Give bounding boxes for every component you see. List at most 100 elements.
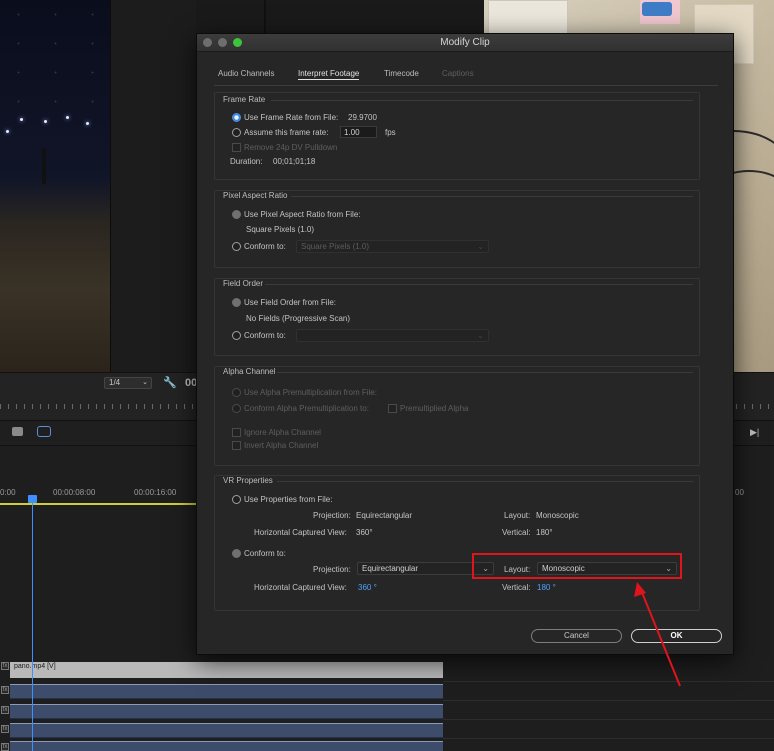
fx-badge: fx xyxy=(1,743,9,751)
projection-label: Projection: xyxy=(313,565,351,574)
chevron-down-icon: ⌄ xyxy=(477,331,484,340)
conform-pixel-aspect-radio[interactable] xyxy=(232,242,241,251)
conform-field-order-radio[interactable] xyxy=(232,331,241,340)
file-field-order-value: No Fields (Progressive Scan) xyxy=(246,314,351,323)
tabs-divider xyxy=(214,85,718,86)
ignore-alpha-checkbox[interactable] xyxy=(232,428,241,437)
timeline-time: 00:00:08:00 xyxy=(53,488,96,497)
frame-rate-group: Frame Rate Use Frame Rate from File: 29.… xyxy=(214,92,700,180)
conform-vr-label: Conform to: xyxy=(244,549,286,558)
use-vr-from-file-label: Use Properties from File: xyxy=(244,495,333,504)
tab-timecode[interactable]: Timecode xyxy=(384,69,419,78)
use-frame-rate-label: Use Frame Rate from File: xyxy=(244,113,339,122)
duration-value: 00;01;01;18 xyxy=(273,157,316,166)
use-premult-label: Use Alpha Premultiplication from File: xyxy=(244,388,377,397)
file-hcv-value: 360° xyxy=(356,528,373,537)
layout-highlight-box xyxy=(472,553,682,579)
assume-frame-rate-radio[interactable] xyxy=(232,128,241,137)
use-premult-radio[interactable] xyxy=(232,388,241,397)
use-vr-from-file-radio[interactable] xyxy=(232,495,241,504)
camera-icon[interactable] xyxy=(12,427,23,436)
audio-clip[interactable] xyxy=(10,704,443,719)
pulldown-checkbox[interactable] xyxy=(232,143,241,152)
panel-divider xyxy=(264,0,266,34)
timeline-time: 0:00 xyxy=(0,488,16,497)
file-vertical-value: 180° xyxy=(536,528,553,537)
fx-badge: fx xyxy=(1,706,9,714)
dialog-titlebar: Modify Clip xyxy=(197,34,733,52)
frame-rate-input[interactable] xyxy=(340,126,377,138)
group-title: Alpha Channel xyxy=(223,367,276,376)
track-divider xyxy=(443,700,774,701)
track-divider xyxy=(443,681,774,682)
use-field-order-radio[interactable] xyxy=(232,298,241,307)
premultiplied-checkbox[interactable] xyxy=(388,404,397,413)
file-pixel-aspect-value: Square Pixels (1.0) xyxy=(246,225,315,234)
video-clip[interactable] xyxy=(10,662,443,678)
vertical-value[interactable]: 180 ° xyxy=(537,583,556,592)
wrench-icon[interactable]: 🔧 xyxy=(163,376,177,389)
fps-unit: fps xyxy=(385,128,396,137)
audio-clip[interactable] xyxy=(10,741,443,751)
step-forward-icon[interactable]: ▶| xyxy=(750,427,759,438)
conform-premult-radio[interactable] xyxy=(232,404,241,413)
pixel-aspect-group: Pixel Aspect Ratio Use Pixel Aspect Rati… xyxy=(214,190,700,268)
conform-vr-radio[interactable] xyxy=(232,549,241,558)
fx-badge: fx xyxy=(1,725,9,733)
video-preview xyxy=(0,0,110,372)
field-order-group: Field Order Use Field Order from File: N… xyxy=(214,278,700,356)
file-layout-value: Monoscopic xyxy=(536,511,579,520)
field-order-select[interactable]: ⌄ xyxy=(296,329,489,342)
use-pixel-aspect-label: Use Pixel Aspect Ratio from File: xyxy=(244,210,361,219)
timeline-time: 00 xyxy=(735,488,744,497)
layout-label: Layout: xyxy=(504,511,531,520)
conform-premult-label: Conform Alpha Premultiplication to: xyxy=(244,404,369,413)
ok-button[interactable]: OK xyxy=(631,629,722,643)
pulldown-label: Remove 24p DV Pulldown xyxy=(244,143,338,152)
chevron-down-icon: ⌄ xyxy=(142,379,148,386)
vr-properties-group: VR Properties Use Properties from File: … xyxy=(214,475,700,611)
tab-captions: Captions xyxy=(442,69,474,78)
duration-label: Duration: xyxy=(230,157,263,166)
clip-label: pano.mp4 [V] xyxy=(14,663,56,670)
file-projection-value: Equirectangular xyxy=(356,511,413,520)
hcv-value[interactable]: 360 ° xyxy=(358,583,377,592)
timeline-time: 00:00:16:00 xyxy=(134,488,177,497)
conform-label: Conform to: xyxy=(244,242,286,251)
tab-audio-channels[interactable]: Audio Channels xyxy=(218,69,274,78)
hcv-label: Horizontal Captured View: xyxy=(254,583,347,592)
use-pixel-aspect-radio[interactable] xyxy=(232,210,241,219)
resolution-select[interactable]: 1/4 ⌄ xyxy=(104,377,152,389)
playhead-handle[interactable] xyxy=(28,495,37,503)
audio-clip[interactable] xyxy=(10,723,443,738)
track-divider xyxy=(443,719,774,720)
group-title: Frame Rate xyxy=(223,95,266,104)
work-area-bar xyxy=(0,503,196,505)
tab-interpret-footage[interactable]: Interpret Footage xyxy=(298,69,360,80)
alpha-channel-group: Alpha Channel Use Alpha Premultiplicatio… xyxy=(214,366,700,466)
ignore-alpha-label: Ignore Alpha Channel xyxy=(244,428,321,437)
program-panel xyxy=(110,0,196,372)
cancel-button[interactable]: Cancel xyxy=(531,629,622,643)
dialog-title: Modify Clip xyxy=(440,37,490,48)
assume-frame-rate-label: Assume this frame rate: xyxy=(244,128,329,137)
playhead-line xyxy=(32,496,33,751)
group-title: VR Properties xyxy=(223,476,273,485)
premultiplied-label: Premultiplied Alpha xyxy=(400,404,469,413)
vertical-label: Vertical: xyxy=(502,583,531,592)
use-field-order-label: Use Field Order from File: xyxy=(244,298,337,307)
group-title: Field Order xyxy=(223,279,264,288)
group-title: Pixel Aspect Ratio xyxy=(223,191,288,200)
use-frame-rate-radio[interactable] xyxy=(232,113,241,122)
fx-badge: fx xyxy=(1,686,9,694)
file-frame-rate-value: 29.9700 xyxy=(348,113,377,122)
invert-alpha-checkbox[interactable] xyxy=(232,441,241,450)
hcv-label: Horizontal Captured View: xyxy=(254,528,347,537)
audio-clip[interactable] xyxy=(10,684,443,699)
pixel-aspect-select[interactable]: Square Pixels (1.0) ⌄ xyxy=(296,240,489,253)
fx-badge: fx xyxy=(1,662,9,670)
projection-label: Projection: xyxy=(313,511,351,520)
invert-alpha-label: Invert Alpha Channel xyxy=(244,441,319,450)
vr-video-icon[interactable] xyxy=(37,426,51,437)
vertical-label: Vertical: xyxy=(502,528,531,537)
